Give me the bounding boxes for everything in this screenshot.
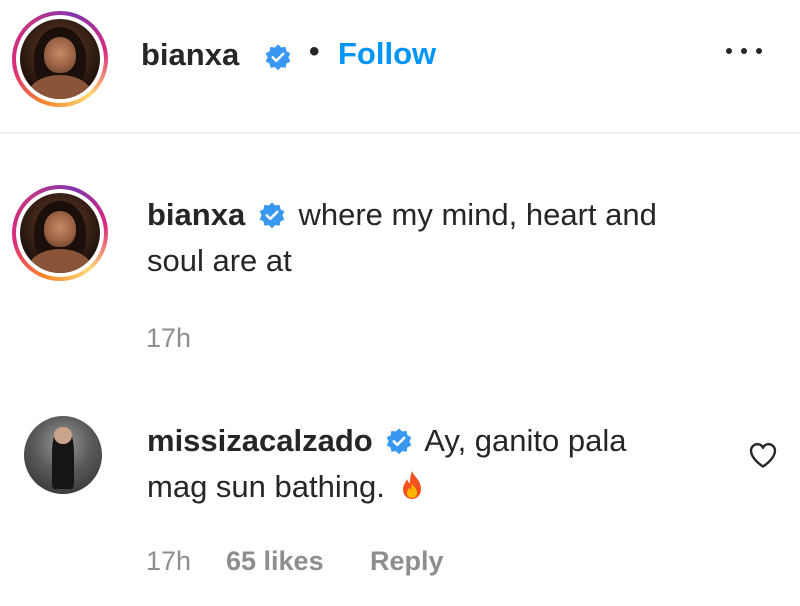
commenter-verified-badge-icon <box>387 428 412 455</box>
caption-text: bianxa where my mind, heart and soul are… <box>147 192 747 284</box>
caption-avatar[interactable] <box>20 193 100 273</box>
more-options-icon[interactable] <box>722 36 766 64</box>
caption-line-1: where my mind, heart and <box>298 197 657 232</box>
like-heart-icon[interactable] <box>748 441 778 469</box>
caption-verified-badge-icon <box>259 202 285 229</box>
avatar[interactable] <box>20 19 100 99</box>
story-ring[interactable] <box>12 11 108 107</box>
comment-line-1: Ay, ganito pala <box>424 423 627 458</box>
follow-separator: • <box>309 35 320 68</box>
reply-button[interactable]: Reply <box>370 546 444 577</box>
comment-timestamp[interactable]: 17h <box>146 546 191 577</box>
commenter-avatar[interactable] <box>24 416 102 494</box>
verified-badge-icon <box>265 44 291 71</box>
caption-story-ring[interactable] <box>12 185 108 281</box>
caption-author-username[interactable]: bianxa <box>147 197 245 232</box>
comment-likes-count[interactable]: 65 likes <box>226 546 324 577</box>
post-author-username[interactable]: bianxa <box>141 37 239 73</box>
post-header: bianxa • Follow <box>0 0 800 134</box>
comment-line-2: mag sun bathing. <box>147 469 385 504</box>
fire-icon <box>403 471 422 499</box>
caption-timestamp[interactable]: 17h <box>146 323 191 354</box>
caption-line-2: soul are at <box>147 243 292 278</box>
commenter-username[interactable]: missizacalzado <box>147 423 373 458</box>
follow-button[interactable]: Follow <box>338 36 436 72</box>
comment-text: missizacalzado Ay, ganito pala mag sun b… <box>147 418 747 510</box>
